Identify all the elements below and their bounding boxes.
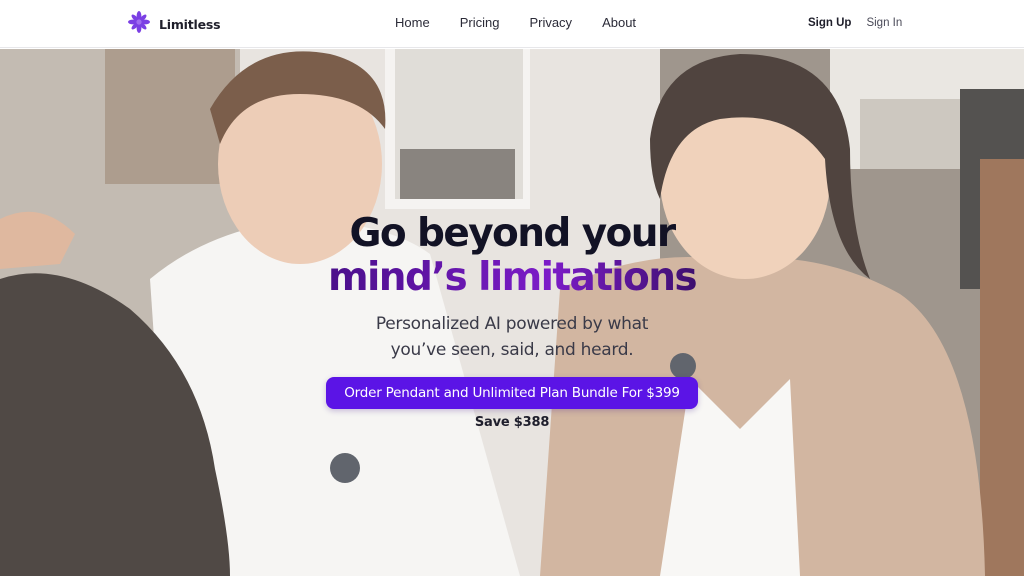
hero-subhead: Personalized AI powered by what you’ve s…: [0, 311, 1024, 363]
site-header: Limitless Home Pricing Privacy About Sig…: [0, 0, 1024, 48]
savings-text: Save $388: [474, 415, 550, 430]
hero-content: Go beyond your mind’s limitations Person…: [0, 212, 1024, 430]
subhead-line-2: you’ve seen, said, and heard.: [390, 340, 634, 360]
headline-line-1: Go beyond your: [349, 211, 676, 256]
headline-line-2: mind’s limitations: [328, 255, 698, 300]
nav-pricing[interactable]: Pricing: [460, 15, 500, 31]
logo-link[interactable]: Limitless: [127, 10, 221, 39]
hero-section: Go beyond your mind’s limitations Person…: [0, 49, 1024, 576]
sign-up-link[interactable]: Sign Up: [808, 16, 851, 31]
brand-name: Limitless: [159, 16, 221, 32]
nav-privacy[interactable]: Privacy: [529, 15, 572, 31]
limitless-star-icon: [127, 10, 151, 39]
nav-about[interactable]: About: [602, 15, 636, 31]
main-nav: Home Pricing Privacy About: [395, 15, 666, 31]
sign-in-link[interactable]: Sign In: [866, 16, 902, 31]
nav-home[interactable]: Home: [395, 15, 430, 31]
auth-links: Sign Up Sign In: [808, 16, 902, 31]
hero-headline: Go beyond your mind’s limitations: [0, 212, 1024, 300]
order-bundle-button[interactable]: Order Pendant and Unlimited Plan Bundle …: [326, 377, 698, 409]
subhead-line-1: Personalized AI powered by what: [375, 314, 649, 334]
